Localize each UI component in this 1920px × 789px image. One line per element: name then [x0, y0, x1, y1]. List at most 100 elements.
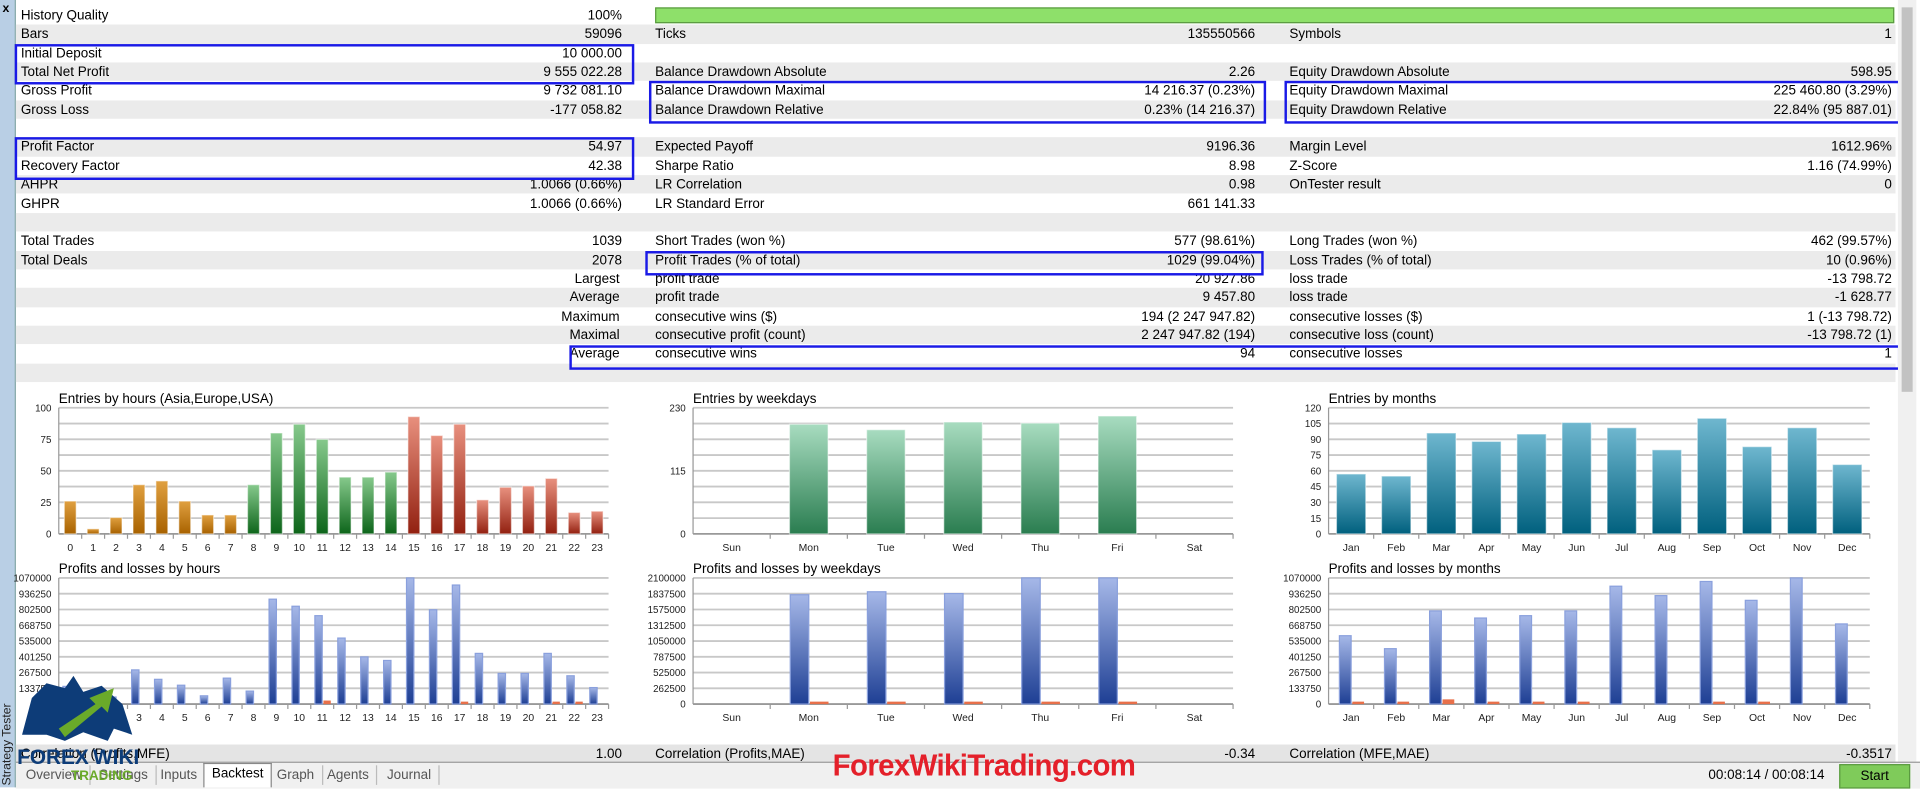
profit-bar [589, 686, 598, 705]
stat-value: 225 460.80 (3.29%) [1773, 83, 1892, 99]
y-tick-label: 1070000 [13, 574, 52, 585]
x-tick-label: Mon [799, 543, 819, 554]
loss-bar [964, 701, 983, 705]
bar [1471, 440, 1502, 535]
x-tick-label: 14 [385, 713, 397, 724]
profit-bar [1654, 595, 1668, 705]
x-tick-label: Feb [1387, 713, 1405, 724]
stat-label: Average [569, 346, 620, 362]
x-tick-label: 6 [205, 543, 211, 554]
stat-value: 2.26 [1228, 64, 1256, 80]
bar [1651, 449, 1683, 535]
profit-bar [1383, 648, 1397, 705]
stat-label: Expected Payoff [655, 140, 753, 155]
y-tick-label: 45 [1310, 482, 1321, 493]
bar [155, 480, 169, 535]
scrollbar-thumb[interactable] [1901, 7, 1913, 392]
stat-value: 1039 [592, 234, 623, 249]
stat-value: 9 732 081.10 [543, 83, 623, 99]
stats-row: Maximal consecutive profit (count) 2 247 9… [15, 325, 1896, 345]
bar [1741, 446, 1773, 535]
tab-graph[interactable]: Graph [269, 765, 323, 785]
start-button[interactable]: Start [1839, 764, 1911, 789]
stats-row: Gross Profit 9 732 081.10 Balance Drawdown… [16, 81, 1896, 100]
x-tick-label: Thu [1031, 543, 1049, 554]
y-tick-label: 90 [1310, 435, 1321, 446]
stat-value: 135550566 [1187, 27, 1256, 43]
stat-label: Balance Drawdown Absolute [655, 64, 827, 80]
chart-title: Entries by weekdays [693, 391, 817, 406]
stat-value: 2 247 947.82 (194) [1141, 328, 1256, 343]
x-tick-label: 23 [591, 543, 603, 554]
bar [384, 471, 398, 535]
stat-value: 14 216.37 (0.23%) [1144, 83, 1256, 99]
stats-row: Average profit trade 9 457.80 loss trade -1 … [15, 288, 1896, 307]
stat-value: 1.0066 (0.66%) [529, 196, 623, 212]
stat-label: Total Deals [20, 252, 88, 268]
x-tick-label: Mar [1432, 713, 1450, 724]
y-tick-label: 105 [1305, 419, 1322, 430]
loss-bar [1487, 701, 1500, 705]
stat-label: Loss Trades (% of total) [1289, 252, 1432, 268]
profit-bar [451, 584, 461, 705]
close-icon[interactable]: x [2, 2, 9, 15]
x-tick-label: Thu [1031, 713, 1049, 724]
x-tick-label: Wed [952, 713, 973, 724]
stat-value: 194 (2 247 947.82) [1141, 309, 1256, 324]
tab-agents[interactable]: Agents [320, 765, 378, 785]
profit-bar [405, 577, 415, 705]
stat-value: 94 [1240, 346, 1256, 362]
y-tick-label: 802500 [19, 605, 52, 616]
bar [1380, 475, 1412, 535]
loss-bar [575, 701, 583, 705]
elapsed-time: 00:08:14 / 00:08:14 [1708, 767, 1825, 783]
stat-value: 0 [1884, 177, 1892, 193]
loss-bar [1397, 701, 1410, 705]
stat-label: Sharpe Ratio [655, 158, 734, 174]
profit-bar [383, 659, 392, 705]
stat-label: Balance Drawdown Maximal [655, 83, 826, 99]
stat-label: consecutive loss (count) [1289, 328, 1434, 343]
profit-bar [1699, 580, 1713, 705]
x-tick-label: 0 [67, 543, 73, 554]
x-tick-label: 15 [408, 713, 420, 724]
stat-label: Equity Drawdown Absolute [1289, 64, 1450, 80]
stat-label: consecutive wins ($) [655, 309, 778, 324]
svg-text:FOREX: FOREX [17, 746, 89, 769]
history-quality-bar [655, 7, 1895, 24]
x-tick-label: May [1522, 713, 1542, 724]
profit-bar [245, 690, 255, 705]
y-tick-label: 0 [680, 530, 686, 541]
x-tick-label: Wed [952, 543, 973, 554]
x-tick-label: 13 [362, 713, 374, 724]
x-tick-label: Sat [1187, 713, 1203, 724]
chart-title: Entries by hours (Asia,Europe,USA) [59, 391, 274, 406]
bar [476, 499, 490, 535]
loss-bar [887, 701, 906, 705]
bar [361, 476, 375, 535]
tab-backtest[interactable]: Backtest [203, 762, 273, 788]
profit-bar [1428, 610, 1442, 705]
stat-value: 10 000.00 [562, 46, 623, 61]
bar [1561, 421, 1592, 535]
stat-label: Gross Loss [20, 102, 89, 118]
stat-label: Total Trades [20, 234, 95, 249]
y-tick-label: 75 [1310, 451, 1321, 462]
y-tick-label: 133750 [1289, 684, 1322, 695]
tab-journal[interactable]: Journal [380, 765, 440, 785]
profit-bar [337, 637, 346, 705]
loss-bar [323, 700, 331, 705]
y-tick-label: 535000 [1289, 637, 1322, 648]
x-tick-label: 22 [568, 713, 580, 724]
vertical-scrollbar[interactable] [1897, 0, 1917, 762]
bar [453, 423, 467, 535]
x-tick-label: 5 [182, 543, 188, 554]
loss-bar [552, 701, 560, 705]
x-tick-label: 21 [546, 713, 558, 724]
bar [788, 423, 829, 535]
stat-value: 1 [1884, 27, 1892, 43]
stat-value: -1 628.77 [1834, 290, 1892, 306]
bar [866, 429, 906, 535]
stats-row [16, 119, 1896, 138]
bar [269, 432, 283, 535]
